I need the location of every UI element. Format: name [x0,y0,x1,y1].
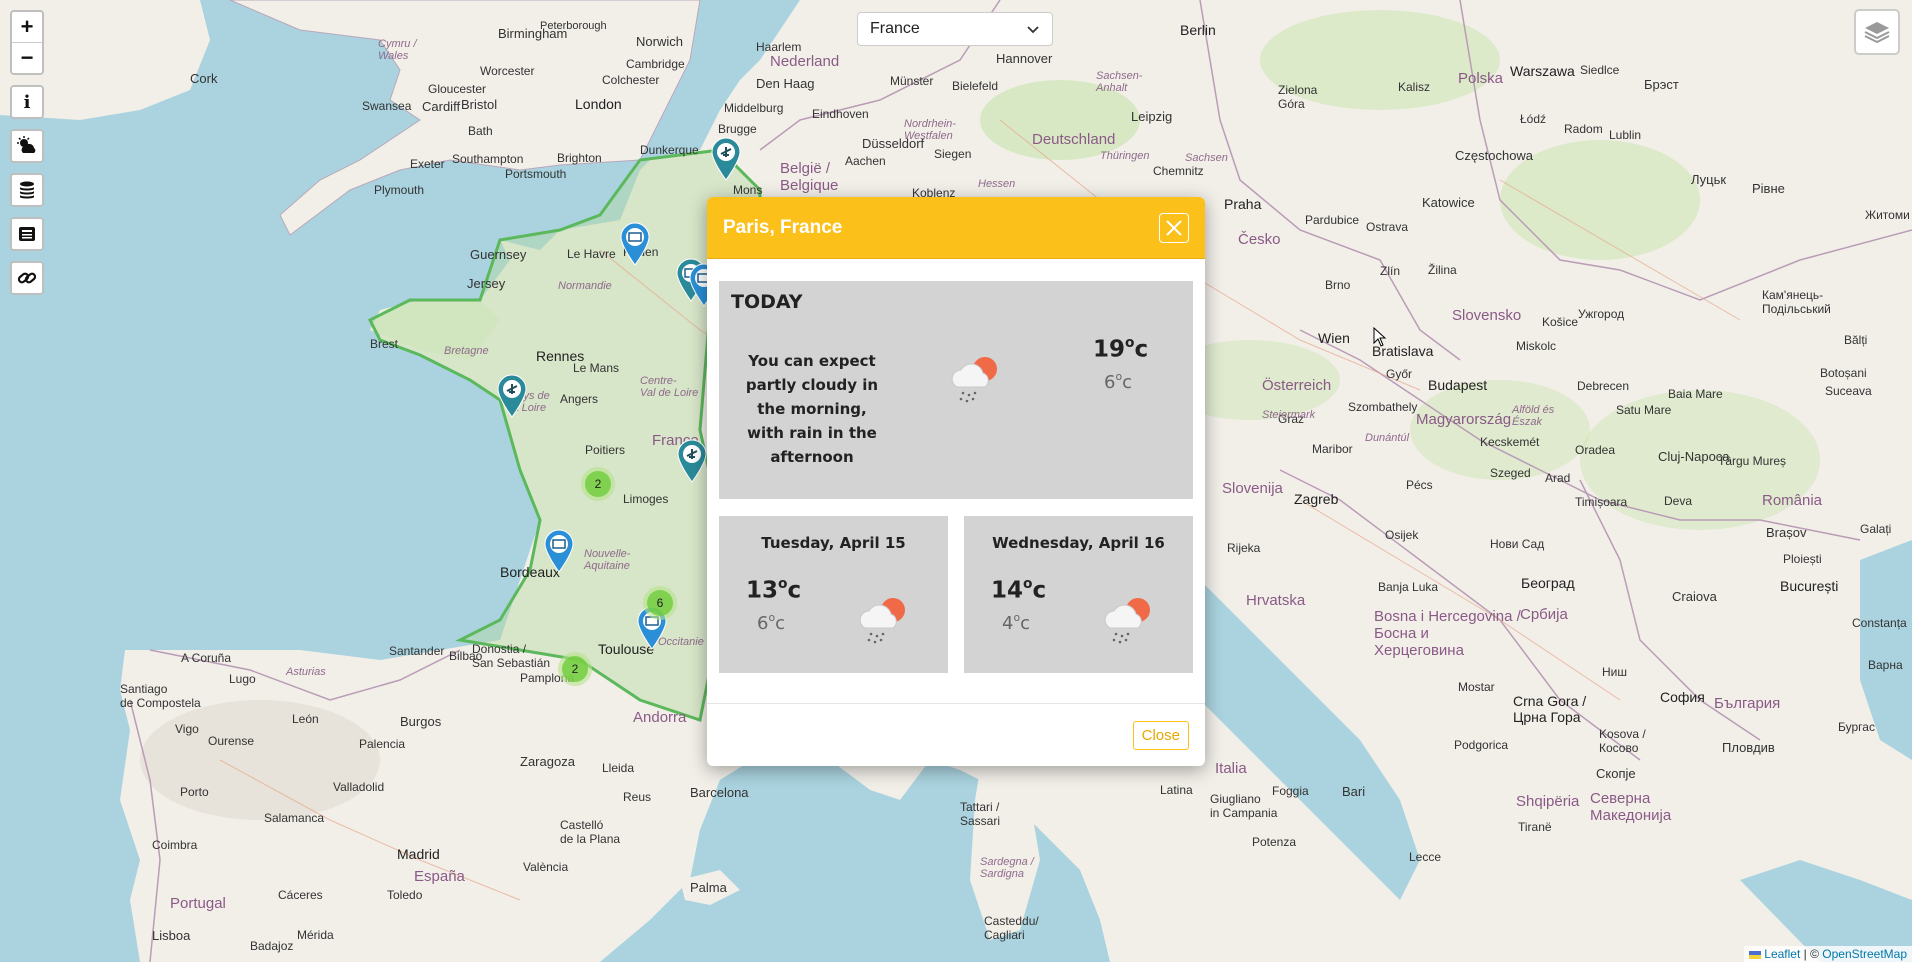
news-control [10,217,44,251]
rain-cloud-sun-icon [1104,598,1150,644]
country-select-value: France [870,20,920,37]
today-low-value: 6 [1104,372,1116,393]
marker-cluster[interactable]: 2 [581,467,615,501]
forecast-high: 13oc [746,575,802,604]
unit-letter: c [775,613,785,634]
degree-symbol: o [768,610,776,624]
marker-cluster[interactable]: 6 [643,586,677,620]
degree-symbol: o [1115,369,1123,383]
forecast-high-value: 14 [991,577,1024,604]
unit-letter: c [1134,336,1149,363]
today-description: You can expect partly cloudy in the morn… [745,352,879,466]
news-button[interactable] [12,219,42,249]
info-button[interactable]: i [12,87,42,117]
cluster-count: 2 [585,471,611,497]
today-low: 6oc [1104,369,1132,393]
airport-marker[interactable] [710,137,742,181]
today-high-value: 19 [1093,336,1126,363]
forecast-low-value: 6 [757,613,769,634]
forecast-low: 6oc [757,610,785,634]
unit-letter: c [1122,372,1132,393]
modal-body: TODAY You can expect partly cloudy in th… [707,259,1205,673]
weather-modal: Paris, France TODAY You can expect partl… [707,197,1205,766]
forecast-low-value: 4 [1002,613,1014,634]
chevron-down-icon [1027,26,1039,34]
leaflet-link[interactable]: Leaflet [1749,947,1800,961]
links-control [10,261,44,295]
layers-button[interactable] [1854,9,1900,55]
forecast-date: Wednesday, April 16 [992,534,1165,552]
unit-letter: c [787,577,802,604]
degree-symbol: o [1125,334,1135,351]
links-button[interactable] [12,263,42,293]
degree-symbol: o [778,575,788,592]
modal-footer: Close [707,703,1205,766]
currency-control [10,173,44,207]
close-icon [1166,219,1182,236]
forecast-date: Tuesday, April 15 [761,534,906,552]
rain-cloud-sun-icon [859,598,905,644]
zoom-out-button[interactable]: − [12,42,42,73]
modal-close-icon-button[interactable] [1159,212,1189,243]
forecast-high: 14oc [991,575,1047,604]
unit-letter: c [1020,613,1030,634]
weather-icon [17,136,36,153]
rain-cloud-sun-icon [951,357,997,403]
forecast-high-value: 13 [746,577,779,604]
mouse-cursor-icon [1373,327,1387,347]
airport-marker[interactable] [496,374,528,418]
today-high: 19oc [1093,334,1149,363]
cluster-count: 6 [647,590,673,616]
news-icon [19,227,35,241]
link-icon [17,272,37,284]
hotel-marker[interactable] [543,529,575,573]
weather-button[interactable] [12,131,42,161]
airport-marker[interactable] [676,439,708,483]
modal-header: Paris, France [707,197,1205,259]
modal-title: Paris, France [723,216,843,238]
layers-icon [1864,22,1890,44]
today-forecast-card: TODAY You can expect partly cloudy in th… [719,281,1193,499]
forecast-row: Tuesday, April 15 13oc 6oc Wednesday, Ap… [719,516,1193,673]
coins-icon [20,181,34,199]
degree-symbol: o [1013,610,1021,624]
degree-symbol: o [1023,575,1033,592]
zoom-control: + − [10,10,44,75]
weather-control [10,129,44,163]
forecast-card: Tuesday, April 15 13oc 6oc [719,516,948,673]
leaflet-label: Leaflet [1764,947,1801,961]
country-select[interactable]: France [857,12,1053,46]
forecast-low: 4oc [1002,610,1030,634]
attribution-separator: | © [1803,947,1819,961]
marker-cluster[interactable]: 2 [558,652,592,686]
map-attribution: Leaflet | © OpenStreetMap [1744,946,1912,962]
hotel-marker[interactable] [619,222,651,266]
unit-letter: c [1032,577,1047,604]
currency-button[interactable] [12,175,42,205]
today-label: TODAY [731,291,803,313]
cluster-count: 2 [562,656,588,682]
info-control: i [10,85,44,119]
osm-link[interactable]: OpenStreetMap [1822,947,1907,961]
zoom-in-button[interactable]: + [12,12,42,42]
forecast-card: Wednesday, April 16 14oc 4oc [964,516,1193,673]
leaflet-flag-icon [1749,950,1762,959]
close-button[interactable]: Close [1132,720,1189,750]
